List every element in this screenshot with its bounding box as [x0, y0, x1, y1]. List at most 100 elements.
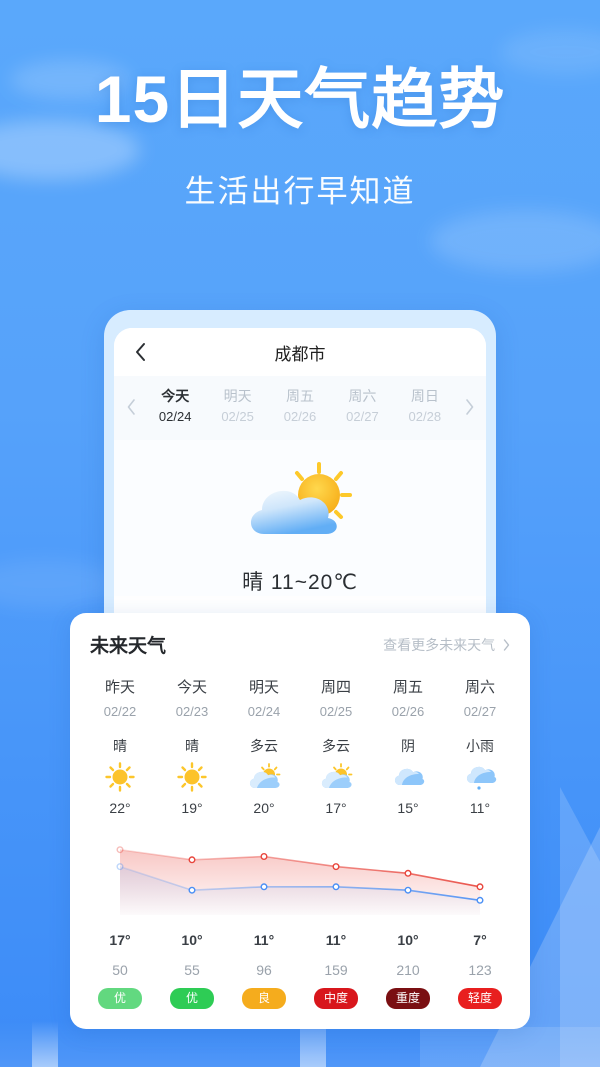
phone-mockup: 成都市 今天 02/24 明天 02/25 周五 02/26 周六 02/27 周日 02/28: [104, 310, 496, 650]
forecast-low-temp-cell: 10°: [156, 925, 228, 956]
view-more-forecast-link[interactable]: 查看更多未来天气: [383, 635, 510, 655]
forecast-high-temp: 22°: [109, 799, 131, 816]
forecast-low-temp-cell: 17°: [84, 925, 156, 956]
light-streak-decoration: [32, 1021, 58, 1067]
sun-behind-cloud-icon: [228, 760, 300, 794]
forecast-low-temp: 17°: [109, 932, 131, 949]
back-button[interactable]: [130, 342, 150, 362]
forecast-condition-column: 晴 19°: [156, 733, 228, 823]
forecast-aqi-cell: 123: [444, 956, 516, 984]
forecast-high-temp: 20°: [253, 799, 275, 816]
forecast-day-column[interactable]: 昨天 02/22: [84, 674, 156, 723]
forecast-day-column[interactable]: 周四 02/25: [300, 674, 372, 723]
sun-icon: [156, 760, 228, 794]
day-tabs: 今天 02/24 明天 02/25 周五 02/26 周六 02/27 周日 02/28: [144, 386, 456, 428]
forecast-low-temp-cell: 7°: [444, 925, 516, 956]
status-badge: 重度: [385, 987, 430, 1010]
forecast-aqi-cell: 210: [372, 956, 444, 984]
forecast-day-date: 02/22: [103, 704, 137, 719]
forecast-low-temp-row: 17° 10° 11° 11° 10° 7°: [84, 925, 516, 956]
day-tab-date: 02/27: [346, 409, 379, 424]
status-badge: 优: [98, 987, 142, 1010]
day-tab-label: 周六: [348, 388, 377, 404]
forecast-condition-label: 晴: [185, 738, 199, 755]
day-tab-date: 02/28: [408, 409, 442, 424]
forecast-low-temp-cell: 11°: [300, 925, 372, 956]
forecast-aqi-cell: 55: [156, 956, 228, 984]
forecast-aqi-badge-row: 优 优 良 中度 重度 轻度: [84, 987, 516, 1010]
day-tab-02-28[interactable]: 周日 02/28: [394, 386, 456, 428]
city-title: 成都市: [274, 344, 326, 364]
future-card-header: 未来天气 查看更多未来天气: [84, 631, 516, 664]
forecast-day-column[interactable]: 今天 02/23: [156, 674, 228, 723]
forecast-condition-column: 晴 22°: [84, 733, 156, 823]
forecast-aqi-cell: 159: [300, 956, 372, 984]
forecast-low-temp: 7°: [473, 932, 487, 949]
forecast-aqi-row: 50 55 96 159 210 123: [84, 956, 516, 984]
headline-title: 15日天气趋势: [94, 62, 506, 136]
forecast-aqi-badge-cell: 轻度: [444, 987, 516, 1010]
forecast-aqi-badge-cell: 优: [156, 987, 228, 1010]
forecast-day-name: 周四: [320, 679, 351, 696]
day-tab-strip: 今天 02/24 明天 02/25 周五 02/26 周六 02/27 周日 02/28: [114, 376, 486, 440]
forecast-low-temp-cell: 11°: [228, 925, 300, 956]
app-navigation-bar: 成都市: [114, 328, 486, 376]
day-tab-02-25[interactable]: 明天 02/25: [206, 386, 268, 428]
sun-behind-cloud-icon: [114, 456, 486, 552]
forecast-condition-label: 多云: [322, 738, 350, 755]
forecast-high-temp: 11°: [469, 799, 491, 816]
status-badge: 良: [242, 987, 286, 1010]
forecast-day-name: 昨天: [104, 679, 135, 696]
forecast-aqi-value: 96: [256, 961, 272, 978]
forecast-day-name: 今天: [176, 679, 207, 696]
forecast-condition-label: 多云: [250, 738, 278, 755]
forecast-day-column[interactable]: 明天 02/24: [228, 674, 300, 723]
today-summary: 晴 11~20℃: [242, 570, 358, 594]
forecast-high-temp: 15°: [397, 799, 419, 816]
day-tab-02-27[interactable]: 周六 02/27: [331, 386, 393, 428]
forecast-day-date: 02/26: [391, 704, 425, 719]
forecast-condition-label: 阴: [401, 738, 415, 755]
forecast-low-temp: 11°: [325, 932, 347, 949]
forecast-day-name: 周六: [464, 679, 495, 696]
forecast-low-temp: 10°: [181, 932, 203, 949]
day-tab-date: 02/24: [158, 409, 192, 424]
day-tabs-next-button[interactable]: [456, 399, 482, 415]
cloud-decoration: [0, 560, 120, 608]
future-weather-card: 未来天气 查看更多未来天气 昨天 02/22 今天 02/23 明天 02/24 周四 02/…: [70, 613, 530, 1030]
forecast-aqi-value: 50: [112, 961, 128, 978]
status-badge: 轻度: [457, 987, 502, 1010]
forecast-aqi-cell: 50: [84, 956, 156, 984]
forecast-condition-column: 多云 17°: [300, 733, 372, 823]
forecast-aqi-cell: 96: [228, 956, 300, 984]
forecast-aqi-badge-cell: 重度: [372, 987, 444, 1010]
forecast-condition-label: 小雨: [466, 738, 494, 755]
cloud-decoration: [430, 210, 600, 272]
day-tab-02-24[interactable]: 今天 02/24: [144, 386, 206, 428]
forecast-condition-row: 晴 22° 晴 19° 多云 20° 多云 17° 阴 15° 小雨 11°: [84, 733, 516, 823]
day-tab-date: 02/26: [283, 409, 317, 424]
day-tabs-prev-button[interactable]: [118, 399, 144, 415]
forecast-high-temp: 17°: [325, 799, 347, 816]
forecast-day-name: 周五: [392, 679, 423, 696]
forecast-high-temp: 19°: [181, 799, 203, 816]
promo-headline: 15日天气趋势 生活出行早知道: [0, 66, 600, 211]
forecast-condition-label: 晴: [113, 738, 127, 755]
sun-icon: [84, 760, 156, 794]
forecast-day-date: 02/23: [175, 704, 209, 719]
day-tab-date: 02/25: [221, 409, 254, 424]
forecast-aqi-value: 210: [396, 961, 420, 978]
forecast-aqi-badge-cell: 良: [228, 987, 300, 1010]
forecast-day-column[interactable]: 周六 02/27: [444, 674, 516, 723]
forecast-aqi-value: 159: [324, 961, 348, 978]
forecast-day-column[interactable]: 周五 02/26: [372, 674, 444, 723]
forecast-aqi-value: 55: [184, 961, 200, 978]
forecast-low-temp: 10°: [397, 932, 419, 949]
sun-behind-cloud-icon: [300, 760, 372, 794]
forecast-aqi-badge-cell: 中度: [300, 987, 372, 1010]
today-weather-panel: 晴 11~20℃: [114, 439, 486, 596]
forecast-aqi-value: 123: [468, 961, 492, 978]
view-more-label: 查看更多未来天气: [383, 636, 496, 653]
forecast-day-name: 明天: [248, 679, 279, 696]
day-tab-02-26[interactable]: 周五 02/26: [269, 386, 331, 428]
